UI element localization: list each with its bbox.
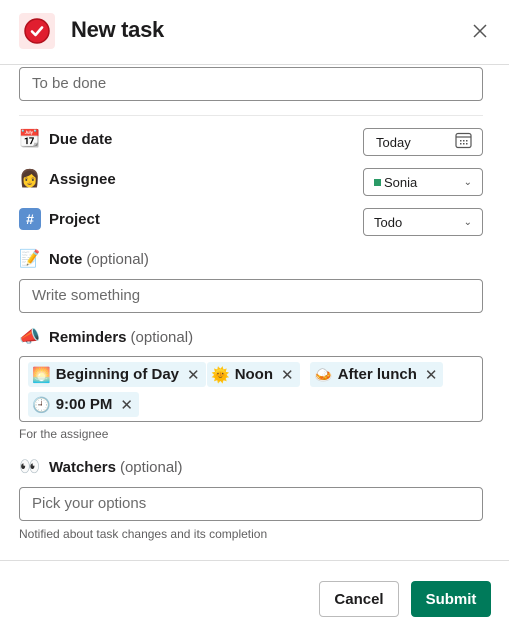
check-circle-icon — [19, 13, 55, 49]
reminders-label: 📣 Reminders (optional) — [19, 326, 193, 348]
clock-emoji-icon: 🕘 — [32, 396, 51, 414]
close-icon — [473, 24, 487, 38]
assignee-label: 👩 Assignee — [19, 168, 116, 190]
watchers-text: Watchers — [49, 458, 116, 476]
assignee-value: Sonia — [384, 174, 418, 190]
reminder-chip-label: After lunch — [337, 366, 417, 383]
note-input[interactable]: Write something — [19, 279, 483, 313]
remove-chip-icon[interactable]: ✕ — [187, 366, 200, 384]
task-title-input[interactable]: To be done — [19, 67, 483, 101]
reminders-text: Reminders — [49, 328, 127, 346]
calendar-emoji-icon: 📆 — [19, 129, 41, 148]
reminder-chip: 🌅 Beginning of Day ✕ — [28, 362, 206, 387]
note-text: Note — [49, 250, 83, 268]
reminder-chip-label: Noon — [234, 366, 274, 383]
note-optional: (optional) — [86, 250, 149, 268]
watchers-placeholder: Pick your options — [32, 495, 147, 512]
due-date-text: Due date — [49, 130, 113, 148]
note-label: 📝 Note (optional) — [19, 248, 149, 270]
due-date-value: Today — [376, 134, 411, 150]
due-date-label: 📆 Due date — [19, 128, 112, 150]
sunrise-emoji-icon: 🌅 — [32, 366, 51, 384]
user-avatar-icon — [374, 178, 381, 186]
project-value: Todo — [374, 214, 403, 230]
project-text: Project — [49, 210, 100, 228]
reminder-chip: 🕘 9:00 PM ✕ — [28, 392, 139, 417]
curry-emoji-icon: 🍛 — [314, 366, 333, 384]
watchers-select[interactable]: Pick your options — [19, 487, 483, 521]
assignee-select[interactable]: Sonia ⌄ — [363, 168, 483, 196]
remove-chip-icon[interactable]: ✕ — [281, 366, 294, 384]
watchers-optional: (optional) — [119, 458, 183, 476]
task-title-placeholder: To be done — [32, 75, 107, 92]
reminder-chip-label: 9:00 PM — [55, 396, 113, 413]
footer-divider — [0, 560, 509, 561]
reminder-chip: 🍛 After lunch ✕ — [310, 362, 444, 387]
reminder-chip: 🌞 Noon ✕ — [207, 362, 300, 387]
sun-emoji-icon: 🌞 — [211, 366, 230, 384]
chevron-down-icon: ⌄ — [463, 216, 472, 228]
hash-emoji-icon: # — [19, 208, 41, 230]
loudspeaker-emoji-icon: 📣 — [19, 327, 41, 346]
remove-chip-icon[interactable]: ✕ — [120, 396, 133, 414]
reminder-chip-label: Beginning of Day — [55, 366, 180, 383]
due-date-picker[interactable]: Today — [363, 128, 483, 156]
calendar-icon — [455, 132, 472, 152]
eyes-emoji-icon: 👀 — [19, 457, 41, 476]
reminders-optional: (optional) — [130, 328, 194, 346]
assignee-text: Assignee — [49, 170, 116, 188]
remove-chip-icon[interactable]: ✕ — [425, 366, 438, 384]
modal-title: New task — [71, 17, 164, 42]
divider — [19, 115, 483, 116]
reminders-hint: For the assignee — [19, 427, 109, 441]
watchers-label: 👀 Watchers (optional) — [19, 456, 183, 478]
project-label: # Project — [19, 208, 100, 230]
submit-button[interactable]: Submit — [411, 581, 491, 617]
cancel-button[interactable]: Cancel — [319, 581, 399, 617]
woman-emoji-icon: 👩 — [19, 169, 41, 188]
memo-emoji-icon: 📝 — [19, 249, 41, 268]
close-button[interactable] — [469, 20, 491, 42]
watchers-hint: Notified about task changes and its comp… — [19, 527, 268, 541]
note-placeholder: Write something — [32, 287, 141, 304]
chevron-down-icon: ⌄ — [463, 176, 472, 188]
modal-header: New task — [0, 0, 509, 65]
reminders-multiselect[interactable]: 🌅 Beginning of Day ✕ 🌞 Noon ✕ 🍛 After lu… — [19, 356, 483, 422]
project-select[interactable]: Todo ⌄ — [363, 208, 483, 236]
